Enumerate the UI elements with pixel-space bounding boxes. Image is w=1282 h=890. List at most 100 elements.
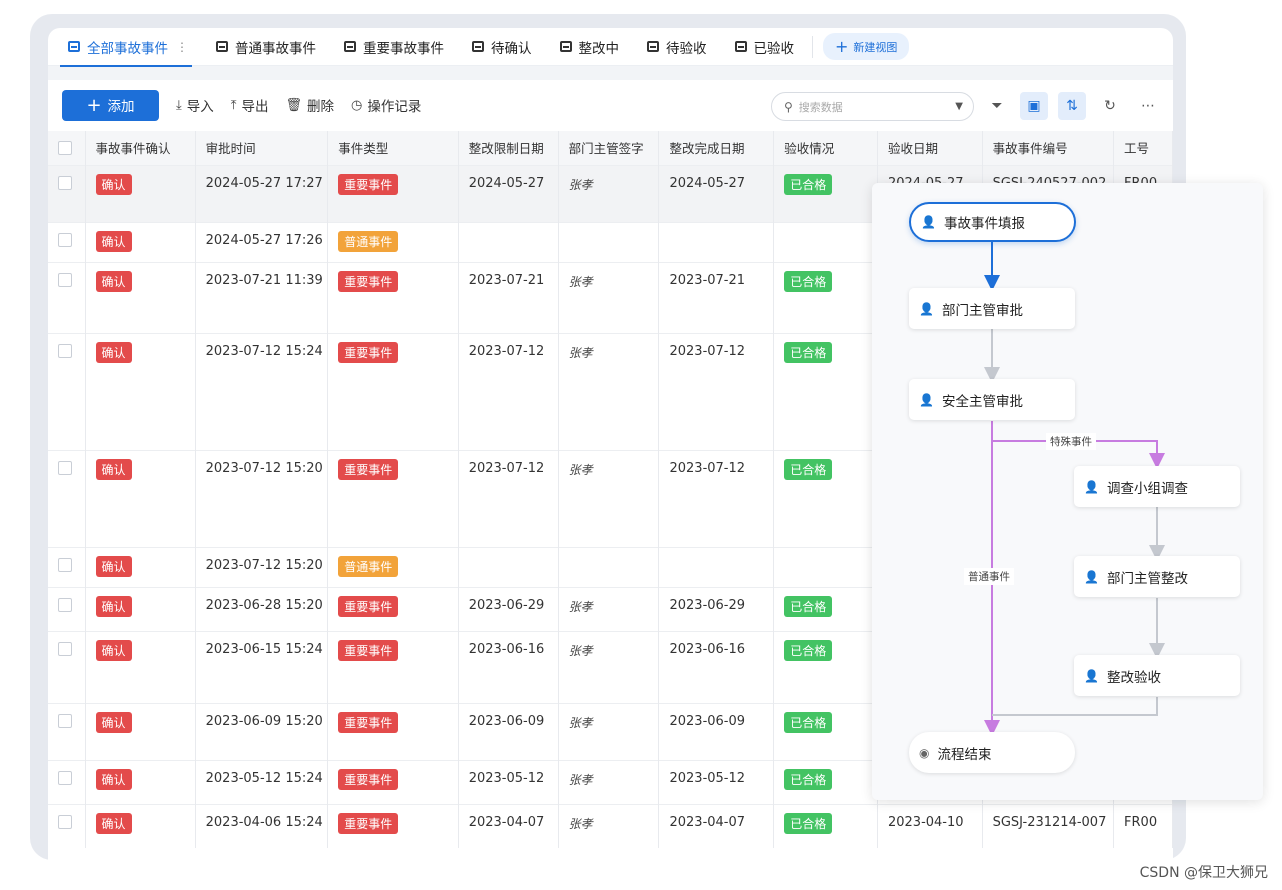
- column-header[interactable]: 审批时间: [195, 131, 329, 165]
- signature: 张孝: [568, 599, 593, 614]
- export-button[interactable]: ⤒ 导出: [231, 95, 269, 116]
- table-row[interactable]: 确认 2023-04-06 15:24 重要事件 2023-04-07 张孝 2023-0…: [48, 803, 1173, 848]
- signature: 张孝: [568, 715, 593, 730]
- column-header[interactable]: 验收情况: [773, 131, 878, 165]
- cell-text: 2023-07-12 15:24: [205, 343, 323, 359]
- row-checkbox[interactable]: [58, 713, 72, 728]
- row-checkbox[interactable]: [58, 770, 72, 785]
- row-select-cell: [48, 803, 86, 848]
- row-checkbox[interactable]: [58, 343, 72, 358]
- tab-more-icon[interactable]: ⋮: [176, 40, 188, 54]
- row-select-cell: [48, 332, 86, 450]
- more-icon[interactable]: ⋯: [1134, 92, 1162, 120]
- view-tabs: 全部事故事件 ⋮ 普通事故事件 重要事故事件 待确认 整改中 待验收 已验收 + 新…: [48, 28, 1173, 67]
- tab-accepted[interactable]: 已验收: [721, 28, 809, 66]
- cell-text: 2023-04-07: [468, 814, 545, 830]
- row-checkbox[interactable]: [58, 460, 72, 475]
- add-button[interactable]: + 添加: [62, 89, 159, 121]
- cell-sign: 张孝: [558, 449, 660, 547]
- confirm-button[interactable]: 确认: [95, 458, 132, 480]
- cell-limit: 2023-07-12: [458, 449, 559, 547]
- new-view-button[interactable]: + 新建视图: [823, 33, 910, 60]
- confirm-button[interactable]: 确认: [95, 230, 132, 252]
- confirm-button[interactable]: 确认: [95, 639, 132, 661]
- cell-text: 2023-05-12: [468, 770, 545, 786]
- history-button[interactable]: ◷ 操作记录: [351, 95, 421, 116]
- flow-node-start[interactable]: 👤 事故事件填报: [909, 202, 1076, 242]
- row-checkbox[interactable]: [58, 557, 72, 572]
- column-header[interactable]: 整改限制日期: [458, 131, 559, 165]
- confirm-button[interactable]: 确认: [95, 595, 132, 617]
- column-header[interactable]: 整改完成日期: [658, 131, 775, 165]
- cell-text: 2023-06-29: [669, 597, 746, 613]
- tab-important-events[interactable]: 重要事故事件: [330, 28, 458, 66]
- cell-time: 2023-06-15 15:24: [195, 630, 329, 703]
- confirm-button[interactable]: 确认: [95, 341, 132, 363]
- cell-confirm: 确认: [85, 803, 196, 848]
- cell-done: 2023-05-12: [658, 759, 775, 804]
- confirm-button[interactable]: 确认: [95, 555, 132, 577]
- cell-text: 2023-07-21: [669, 272, 746, 288]
- flow-node-safety-approve[interactable]: 👤 安全主管审批: [909, 379, 1075, 420]
- cell-confirm: 确认: [85, 759, 196, 804]
- select-all-checkbox[interactable]: [58, 140, 72, 155]
- row-checkbox[interactable]: [58, 814, 72, 829]
- refresh-icon[interactable]: ↻: [1096, 92, 1124, 120]
- user-icon: 👤: [919, 301, 934, 316]
- cell-limit: [458, 546, 559, 587]
- cell-type: 重要事件: [327, 630, 459, 703]
- row-checkbox[interactable]: [58, 232, 72, 247]
- status-badge: 已合格: [784, 812, 833, 834]
- cell-done: 2023-04-07: [658, 803, 775, 848]
- search-input[interactable]: ⚲ 搜索数据 ▼: [771, 92, 974, 121]
- cell-done: [658, 221, 775, 262]
- row-checkbox[interactable]: [58, 597, 72, 612]
- cell-confirm: 确认: [85, 586, 196, 631]
- watermark: CSDN @保卫大狮兄: [1139, 865, 1268, 881]
- filter-icon[interactable]: ⏷: [983, 92, 1011, 120]
- confirm-button[interactable]: 确认: [95, 711, 132, 733]
- card-view-icon[interactable]: ▣: [1020, 92, 1048, 120]
- column-header[interactable]: 验收日期: [877, 131, 983, 165]
- flow-node-rectify[interactable]: 👤 部门主管整改: [1074, 556, 1240, 597]
- cell-confirm: 确认: [85, 261, 196, 333]
- column-header[interactable]: 事件类型: [327, 131, 459, 165]
- row-checkbox[interactable]: [58, 641, 72, 656]
- cell-sign: 张孝: [558, 702, 660, 760]
- event-type-badge: 重要事件: [338, 711, 399, 733]
- confirm-button[interactable]: 确认: [95, 173, 132, 195]
- flow-node-investigate[interactable]: 👤 调查小组调查: [1074, 466, 1240, 507]
- signature: 张孝: [568, 274, 593, 289]
- sort-icon[interactable]: ⇅: [1058, 92, 1086, 120]
- cell-text: 2023-06-16: [669, 641, 746, 657]
- tab-pending-confirm[interactable]: 待确认: [458, 28, 546, 66]
- tab-all-events[interactable]: 全部事故事件 ⋮: [54, 28, 202, 67]
- delete-button[interactable]: 🗑 删除: [286, 95, 335, 116]
- flow-node-dept-approve[interactable]: 👤 部门主管审批: [909, 288, 1075, 329]
- cell-done: 2023-06-09: [658, 702, 775, 760]
- cell-text: 2023-07-12 15:20: [205, 460, 323, 476]
- stop-circle-icon: ◉: [919, 745, 930, 760]
- confirm-button[interactable]: 确认: [95, 812, 132, 834]
- cell-confirm: 确认: [85, 332, 196, 450]
- event-type-badge: 重要事件: [338, 341, 399, 363]
- row-checkbox[interactable]: [58, 272, 72, 287]
- column-header[interactable]: 事故事件编号: [982, 131, 1115, 165]
- column-header[interactable]: 部门主管签字: [558, 131, 660, 165]
- edge-label-normal: 普通事件: [964, 568, 1014, 585]
- import-button[interactable]: ⤓ 导入: [176, 95, 214, 116]
- table-icon: [216, 41, 228, 52]
- confirm-button[interactable]: 确认: [95, 270, 132, 292]
- tab-normal-events[interactable]: 普通事故事件: [202, 28, 330, 66]
- column-header[interactable]: 工号: [1113, 131, 1173, 165]
- flow-node-end[interactable]: ◉ 流程结束: [909, 732, 1075, 773]
- event-type-badge: 重要事件: [338, 270, 399, 292]
- flow-node-accept[interactable]: 👤 整改验收: [1074, 655, 1240, 696]
- column-header[interactable]: 事故事件确认: [85, 131, 196, 165]
- signature: 张孝: [568, 462, 593, 477]
- cell-text: FR00: [1124, 814, 1158, 830]
- tab-rectifying[interactable]: 整改中: [546, 28, 634, 66]
- row-checkbox[interactable]: [58, 175, 72, 190]
- tab-pending-accept[interactable]: 待验收: [633, 28, 721, 66]
- confirm-button[interactable]: 确认: [95, 768, 132, 790]
